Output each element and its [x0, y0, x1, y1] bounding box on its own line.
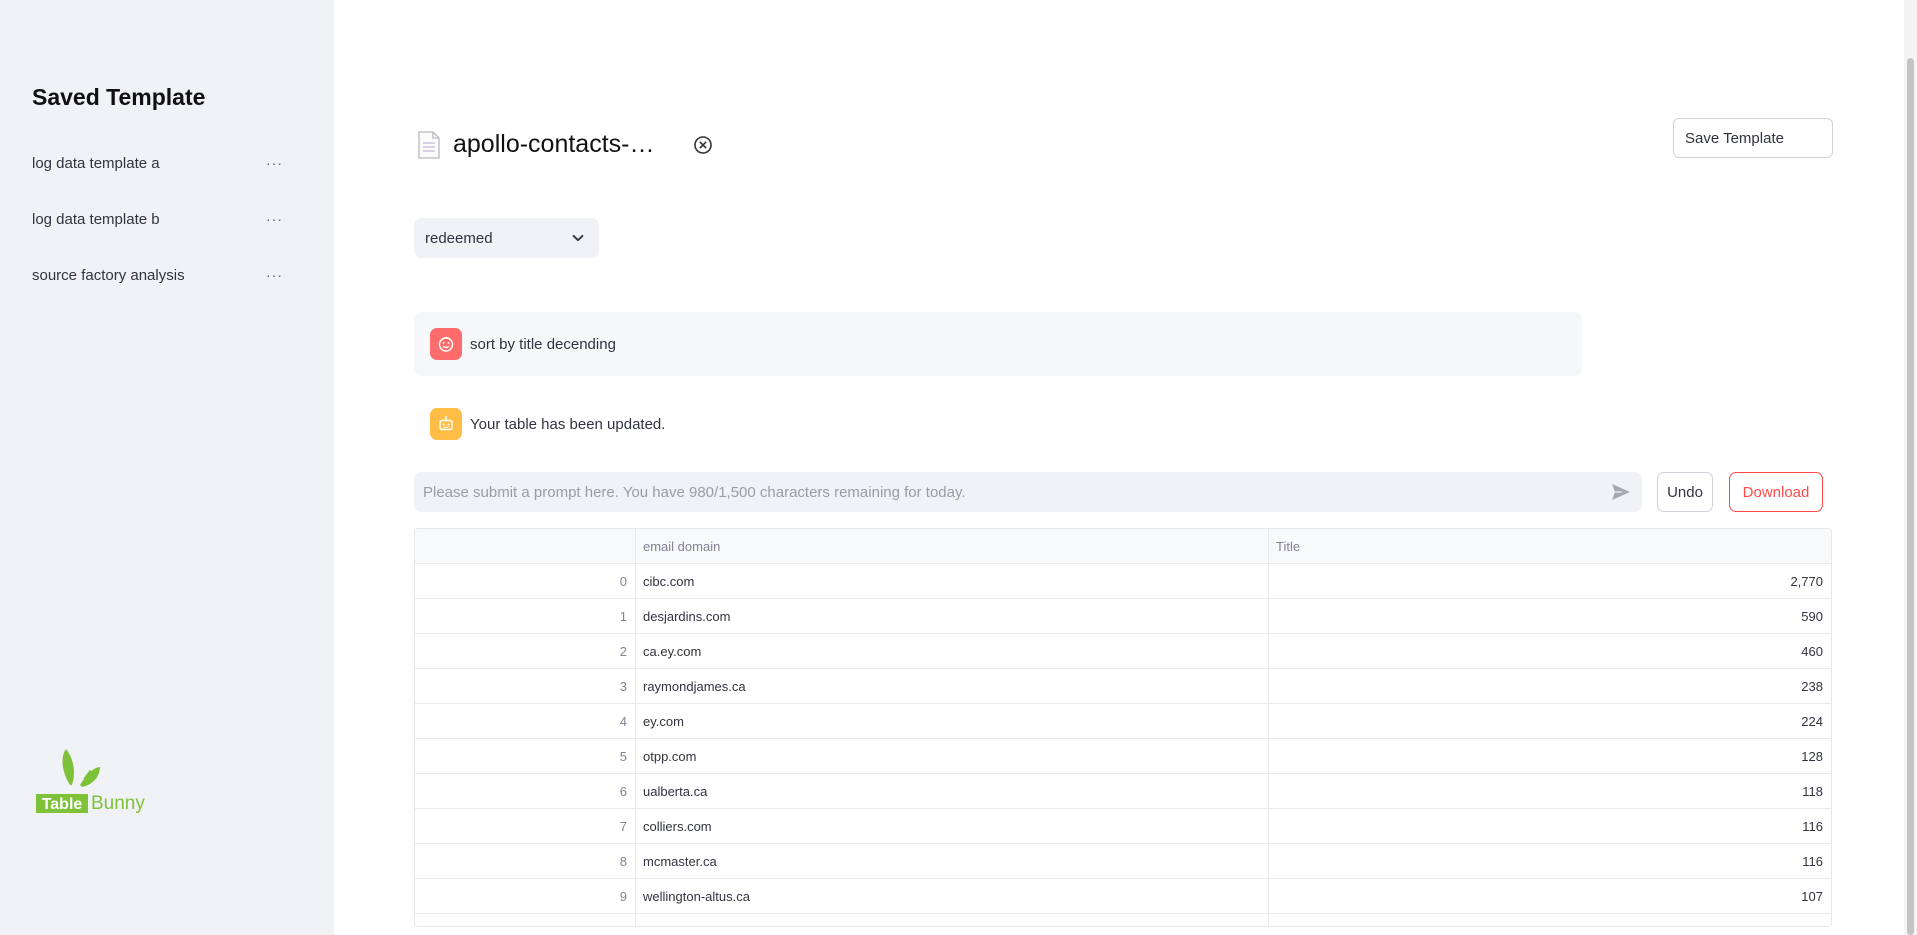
row-index-cell: 7 [415, 809, 636, 843]
robot-icon [439, 416, 453, 431]
row-index-cell: 1 [415, 599, 636, 633]
email-domain-cell[interactable]: desjardins.com [636, 599, 1269, 633]
more-options-icon[interactable]: ··· [266, 211, 287, 227]
table-row[interactable]: 2 ca.ey.com 460 [415, 634, 1831, 669]
row-index-cell [415, 914, 636, 926]
table-row[interactable]: 5 otpp.com 128 [415, 739, 1831, 774]
email-domain-cell[interactable]: ca.ey.com [636, 634, 1269, 668]
sidebar-item-label: log data template b [32, 210, 160, 228]
table-row[interactable]: 3 raymondjames.ca 238 [415, 669, 1831, 704]
email-domain-cell[interactable]: mcmaster.ca [636, 844, 1269, 878]
table-header-row: email domain Title [415, 529, 1831, 564]
email-domain-cell[interactable] [636, 914, 1269, 926]
sidebar-title: Saved Template [32, 84, 206, 110]
sidebar-item-label: source factory analysis [32, 266, 185, 284]
table-row[interactable]: 8 mcmaster.ca 116 [415, 844, 1831, 879]
document-icon [418, 130, 440, 159]
email-domain-cell[interactable]: ualberta.ca [636, 774, 1269, 808]
bot-avatar [430, 408, 462, 440]
email-domain-cell[interactable]: otpp.com [636, 739, 1269, 773]
row-index-cell: 8 [415, 844, 636, 878]
row-index-cell: 5 [415, 739, 636, 773]
save-template-button[interactable]: Save Template [1673, 118, 1833, 158]
table-row[interactable]: 0 cibc.com 2,770 [415, 564, 1831, 599]
undo-button[interactable]: Undo [1657, 472, 1713, 512]
row-index-cell: 3 [415, 669, 636, 703]
scrollbar-thumb[interactable] [1907, 58, 1914, 935]
file-header: apollo-contacts-export.csv [418, 130, 713, 159]
prompt-input[interactable] [423, 483, 1610, 501]
select-value: redeemed [425, 229, 493, 247]
chevron-down-icon [572, 234, 584, 242]
email-domain-column-header[interactable]: email domain [636, 529, 1269, 563]
email-domain-cell[interactable]: ey.com [636, 704, 1269, 738]
table-row[interactable]: 9 wellington-altus.ca 107 [415, 879, 1831, 914]
close-circle-icon[interactable] [693, 135, 713, 155]
title-cell[interactable]: 128 [1269, 739, 1831, 773]
bunny-ears-icon [62, 749, 100, 787]
title-cell[interactable]: 116 [1269, 809, 1831, 843]
page-scrollbar[interactable] [1904, 0, 1917, 935]
column-select[interactable]: redeemed [414, 218, 599, 258]
title-column-header[interactable]: Title [1269, 529, 1831, 563]
data-table[interactable]: email domain Title 0 cibc.com 2,770 1 de… [414, 528, 1832, 927]
bot-message-text: Your table has been updated. [470, 415, 666, 433]
logo-word-table: Table [42, 796, 83, 813]
table-bunny-logo: Table Bunny [36, 749, 145, 814]
table-row[interactable]: 6 ualberta.ca 118 [415, 774, 1831, 809]
index-column-header[interactable] [415, 529, 636, 563]
user-avatar [430, 328, 462, 360]
email-domain-cell[interactable]: raymondjames.ca [636, 669, 1269, 703]
title-cell[interactable]: 116 [1269, 844, 1831, 878]
row-index-cell: 4 [415, 704, 636, 738]
title-cell[interactable]: 238 [1269, 669, 1831, 703]
sidebar-item-log-data-template-b[interactable]: log data template b ··· [32, 204, 287, 234]
logo-word-bunny: Bunny [91, 793, 145, 814]
email-domain-cell[interactable]: wellington-altus.ca [636, 879, 1269, 913]
title-cell[interactable]: 460 [1269, 634, 1831, 668]
table-row[interactable]: 4 ey.com 224 [415, 704, 1831, 739]
file-name: apollo-contacts-export.csv [453, 130, 665, 158]
row-index-cell: 2 [415, 634, 636, 668]
row-index-cell: 6 [415, 774, 636, 808]
title-cell[interactable]: 224 [1269, 704, 1831, 738]
table-row[interactable]: 1 desjardins.com 590 [415, 599, 1831, 634]
download-button[interactable]: Download [1729, 472, 1823, 512]
row-index-cell: 9 [415, 879, 636, 913]
prompt-bar [414, 472, 1642, 512]
more-options-icon[interactable]: ··· [266, 155, 287, 171]
table-row[interactable]: 7 colliers.com 116 [415, 809, 1831, 844]
email-domain-cell[interactable]: colliers.com [636, 809, 1269, 843]
sidebar-item-label: log data template a [32, 154, 160, 172]
title-cell[interactable]: 107 [1269, 879, 1831, 913]
user-message-text: sort by title decending [470, 335, 616, 353]
title-cell[interactable]: 2,770 [1269, 564, 1831, 598]
sidebar: Saved Template log data template a ··· l… [0, 0, 334, 935]
sidebar-item-log-data-template-a[interactable]: log data template a ··· [32, 148, 287, 178]
title-cell[interactable] [1269, 914, 1831, 926]
row-index-cell: 0 [415, 564, 636, 598]
smiley-face-icon [438, 336, 454, 352]
sidebar-item-source-factory-analysis[interactable]: source factory analysis ··· [32, 260, 287, 290]
bot-message: Your table has been updated. [414, 408, 1582, 440]
send-icon[interactable] [1610, 481, 1632, 503]
title-cell[interactable]: 118 [1269, 774, 1831, 808]
user-message: sort by title decending [414, 312, 1582, 376]
more-options-icon[interactable]: ··· [266, 267, 287, 283]
title-cell[interactable]: 590 [1269, 599, 1831, 633]
table-row-partial[interactable] [415, 914, 1831, 926]
email-domain-cell[interactable]: cibc.com [636, 564, 1269, 598]
